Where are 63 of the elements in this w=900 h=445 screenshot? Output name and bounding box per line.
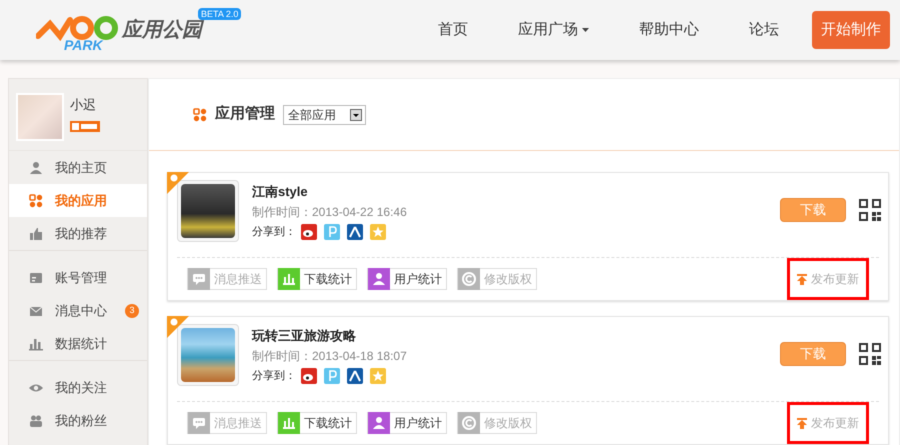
weibo-share-icon[interactable]: [301, 224, 317, 240]
sidebar-item-label: 账号管理: [55, 268, 107, 287]
weibo-share-icon[interactable]: [301, 368, 317, 384]
avatar-image: [16, 93, 64, 141]
sidebar-item[interactable]: 我的关注: [9, 371, 147, 404]
renren-share-icon[interactable]: [347, 368, 363, 384]
nav-link[interactable]: 帮助中心: [639, 18, 699, 42]
bar-chart-icon: [278, 268, 300, 290]
share-label: 分享到：: [252, 368, 296, 384]
sidebar-item[interactable]: 数据统计: [9, 327, 147, 360]
user-icon: [29, 160, 43, 174]
beta-badge: BETA 2.0: [198, 8, 242, 20]
apps-icon: [29, 194, 43, 208]
action-button[interactable]: 用户统计: [367, 412, 447, 434]
sidebar-item-label: 我的推荐: [55, 224, 107, 243]
creation-time: 制作时间：2013-04-18 18:07: [252, 348, 407, 365]
section-title: 应用管理: [215, 104, 275, 124]
user-icon: [368, 412, 390, 434]
star-share-icon[interactable]: [370, 224, 386, 240]
sidebar-item-label: 消息中心: [55, 302, 107, 320]
app-filter-select[interactable]: 全部应用: [283, 104, 366, 124]
sidebar-item[interactable]: 我的推荐: [9, 217, 147, 250]
level-badge-icon: [70, 120, 100, 132]
copyright-icon: [458, 268, 480, 290]
sidebar-item-label: 我的粉丝: [55, 412, 107, 430]
chat-icon: [188, 412, 210, 434]
sidebar-item-label: 我的主页: [55, 158, 107, 177]
logo-latin-text: PARK: [64, 38, 103, 52]
sidebar-item-label: 数据统计: [55, 334, 107, 353]
sidebar-item[interactable]: 账号管理: [9, 261, 147, 294]
qr-code-icon[interactable]: [859, 199, 881, 221]
apps-icon: [193, 108, 207, 122]
nav-link[interactable]: 首页: [438, 18, 468, 42]
app-title: 玩转三亚旅游攻略: [252, 327, 357, 345]
user-name: 小迟: [70, 96, 97, 114]
people-icon: [29, 414, 43, 428]
app-title: 江南style: [252, 183, 309, 201]
action-button[interactable]: 用户统计: [367, 268, 447, 290]
nav-link[interactable]: 应用广场: [518, 18, 589, 42]
action-button[interactable]: 下载统计: [277, 268, 357, 290]
star-share-icon[interactable]: [370, 368, 386, 384]
sidebar-item[interactable]: 我的主页: [9, 151, 147, 184]
thumbs-up-icon: [29, 226, 43, 240]
creation-time: 制作时间：2013-04-22 16:46: [252, 204, 407, 221]
qr-code-icon[interactable]: [859, 343, 881, 365]
share-label: 分享到：: [252, 224, 296, 240]
upload-arrow-icon: [797, 418, 807, 428]
bar-chart-icon: [278, 412, 300, 434]
copyright-icon: [458, 412, 480, 434]
upload-arrow-icon: [797, 274, 807, 284]
action-button[interactable]: 下载统计: [277, 412, 357, 434]
sidebar-item[interactable]: 消息中心 3: [9, 294, 147, 327]
sidebar-item[interactable]: 我的粉丝: [9, 404, 147, 437]
chat-icon: [188, 268, 210, 290]
nav-link[interactable]: 论坛: [749, 18, 779, 42]
sidebar-item-label: 我的应用: [55, 192, 107, 210]
bar-chart-icon: [29, 336, 43, 350]
sidebar-item-label: 我的关注: [55, 378, 107, 397]
user-icon: [368, 268, 390, 290]
logo-text: 应用公园: [122, 20, 202, 40]
card-icon: [29, 270, 43, 284]
renren-share-icon[interactable]: [347, 224, 363, 240]
unread-count-badge: 3: [125, 304, 139, 318]
